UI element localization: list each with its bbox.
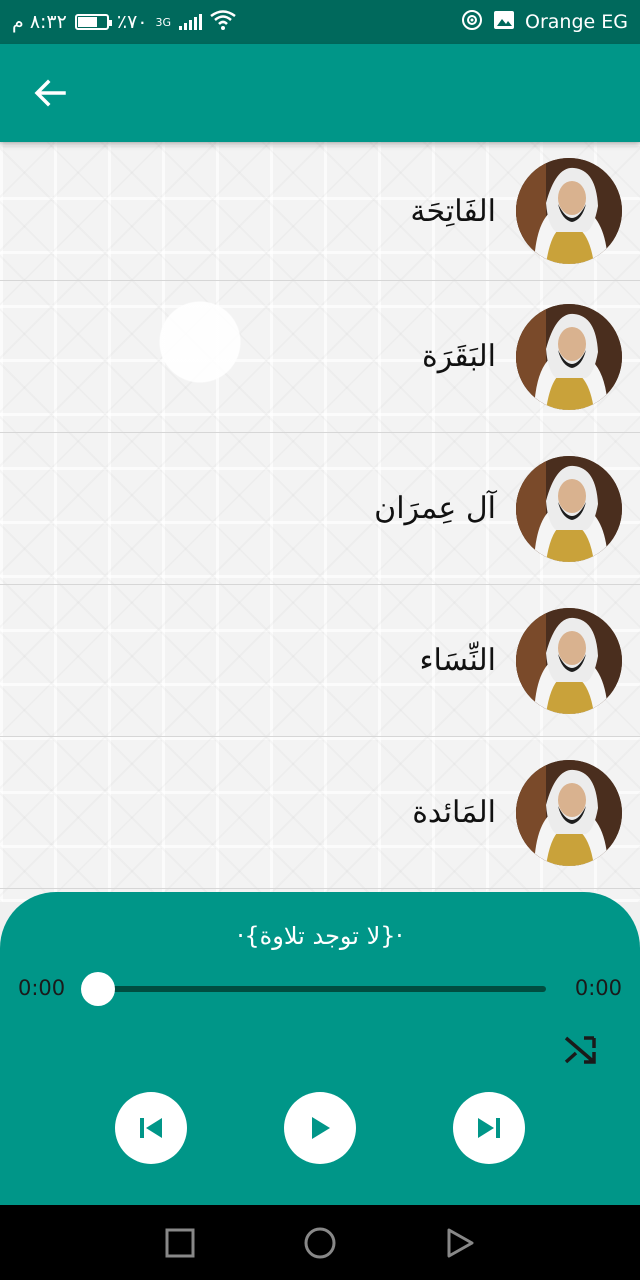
back-triangle-icon xyxy=(447,1228,474,1257)
carrier-name: Orange EG xyxy=(525,11,628,33)
home-button[interactable] xyxy=(300,1223,340,1263)
recents-square-icon xyxy=(165,1228,195,1257)
shuffle-button[interactable] xyxy=(560,1032,600,1068)
play-icon xyxy=(312,1117,330,1139)
seek-thumb[interactable] xyxy=(81,972,115,1006)
total-time: 0:00 xyxy=(574,976,622,1000)
back-nav-button[interactable] xyxy=(440,1223,480,1263)
surah-name: النِّسَاء xyxy=(419,643,496,678)
list-item[interactable]: البَقَرَة xyxy=(0,281,640,433)
surah-name: الفَاتِحَة xyxy=(410,193,496,229)
network-type: 3G xyxy=(155,15,172,29)
track-title: ·{لا توجد تلاوة}· xyxy=(236,922,404,950)
system-nav-bar xyxy=(0,1205,640,1280)
reciter-avatar xyxy=(516,455,622,562)
surah-name: البَقَرَة xyxy=(422,339,496,374)
next-button[interactable] xyxy=(453,1092,525,1164)
status-left: ٨:٣٢ م ٪٧٠ 3G xyxy=(12,9,461,35)
battery-icon xyxy=(74,14,112,30)
status-bar: ٨:٣٢ م ٪٧٠ 3G Orange EG xyxy=(0,0,640,44)
wifi-icon xyxy=(210,9,236,35)
home-circle-icon xyxy=(304,1227,336,1258)
app-bar xyxy=(0,44,640,142)
skip-previous-icon xyxy=(140,1118,162,1138)
surah-name: آل عِمرَان xyxy=(374,491,496,526)
reciter-avatar xyxy=(516,759,622,866)
status-right: Orange EG xyxy=(461,9,628,36)
previous-button[interactable] xyxy=(115,1092,187,1164)
battery-percent: ٪٧٠ xyxy=(116,11,148,33)
list-item[interactable]: الفَاتِحَة xyxy=(0,142,640,281)
shuffle-icon xyxy=(564,1036,596,1064)
audio-player: ·{لا توجد تلاوة}· 0:00 0:00 xyxy=(0,892,640,1205)
signal-icon xyxy=(179,14,203,30)
hotspot-icon xyxy=(461,9,483,36)
recents-button[interactable] xyxy=(160,1223,200,1263)
list-item[interactable]: النِّسَاء xyxy=(0,585,640,737)
list-item[interactable]: المَائدة xyxy=(0,737,640,889)
battery-level xyxy=(77,17,98,27)
seek-bar[interactable] xyxy=(98,986,546,992)
clock: ٨:٣٢ م xyxy=(12,11,67,33)
list-item[interactable]: آل عِمرَان xyxy=(0,433,640,585)
play-button[interactable] xyxy=(284,1092,356,1164)
surah-name: المَائدة xyxy=(412,795,496,830)
reciter-avatar xyxy=(516,607,622,714)
reciter-avatar xyxy=(516,158,622,264)
arrow-back-icon xyxy=(34,79,66,107)
current-time: 0:00 xyxy=(18,976,66,1000)
surah-list: الفَاتِحَة البَقَرَة آل عِمرَان النِّسَا… xyxy=(0,142,640,902)
back-button[interactable] xyxy=(20,63,80,123)
reciter-avatar xyxy=(516,303,622,410)
image-icon xyxy=(493,10,515,35)
skip-next-icon xyxy=(478,1118,500,1138)
